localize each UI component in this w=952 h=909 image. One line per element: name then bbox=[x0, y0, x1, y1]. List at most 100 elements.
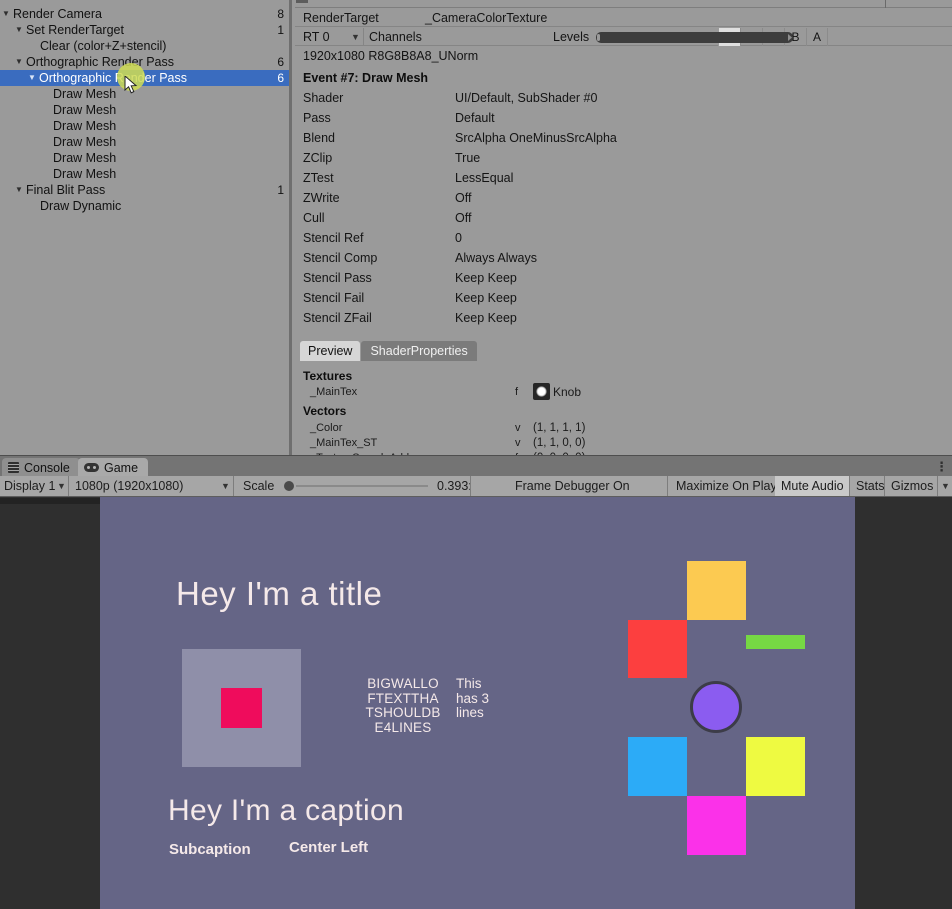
channel-a-button[interactable]: A bbox=[806, 28, 828, 46]
tree-item-label: Draw Mesh bbox=[53, 87, 117, 101]
vector-type: v bbox=[515, 422, 521, 434]
tab-game-label: Game bbox=[104, 460, 139, 475]
tree-item-render-camera[interactable]: ▼ Render Camera 8 bbox=[0, 6, 289, 22]
scale-slider-knob[interactable] bbox=[284, 481, 294, 491]
vector-row: _MainTex_ST v (1, 1, 0, 0) bbox=[295, 435, 952, 451]
property-value: Off bbox=[455, 191, 472, 205]
stats-button[interactable]: Stats bbox=[856, 476, 885, 496]
mute-audio-button[interactable]: Mute Audio bbox=[781, 476, 844, 496]
chevron-down-icon[interactable]: ▼ bbox=[351, 28, 360, 46]
preview-shaderprops-tabs: Preview ShaderProperties bbox=[300, 341, 477, 361]
game-caption-text: Hey I'm a caption bbox=[168, 794, 404, 827]
tree-item-final-blit-pass[interactable]: ▼ Final Blit Pass 1 bbox=[0, 182, 289, 198]
tree-item-label: Draw Mesh bbox=[53, 151, 117, 165]
channels-label: Channels bbox=[369, 30, 422, 44]
levels-range-slider[interactable] bbox=[596, 32, 793, 43]
game-view-edge bbox=[0, 498, 100, 504]
tree-item-draw-mesh[interactable]: Draw Mesh bbox=[0, 118, 289, 134]
tree-item-draw-mesh[interactable]: Draw Mesh bbox=[0, 134, 289, 150]
vectors-header: Vectors bbox=[303, 404, 347, 418]
table-row: Stencil Comp Always Always bbox=[303, 248, 863, 268]
display-dropdown[interactable]: Display 1 bbox=[4, 476, 55, 496]
gizmos-button[interactable]: Gizmos bbox=[891, 476, 933, 496]
chevron-down-icon[interactable]: ▼ bbox=[221, 476, 230, 496]
foldout-arrow-icon[interactable]: ▼ bbox=[28, 70, 39, 86]
tree-item-draw-mesh[interactable]: Draw Mesh bbox=[0, 166, 289, 182]
textures-header: Textures bbox=[303, 369, 353, 383]
kebab-menu-icon[interactable]: ⋮ bbox=[935, 457, 948, 476]
format-row: 1920x1080 R8G8B8A8_UNorm bbox=[295, 47, 952, 66]
chevron-down-icon[interactable]: ▼ bbox=[57, 476, 66, 496]
property-value: Keep Keep bbox=[455, 291, 517, 305]
property-value: Keep Keep bbox=[455, 311, 517, 325]
property-value: SrcAlpha OneMinusSrcAlpha bbox=[455, 131, 617, 145]
tab-console-label: Console bbox=[24, 460, 70, 475]
tree-item-label: Draw Mesh bbox=[53, 119, 117, 133]
vector-name: _Color bbox=[310, 422, 343, 434]
tree-item-draw-mesh[interactable]: Draw Mesh bbox=[0, 150, 289, 166]
tree-item-label: Draw Mesh bbox=[53, 167, 117, 181]
event-title: Event #7: Draw Mesh bbox=[303, 71, 429, 85]
property-label: Stencil Ref bbox=[303, 231, 364, 245]
tree-item-count: 8 bbox=[277, 7, 284, 21]
tab-console[interactable]: Console bbox=[2, 458, 80, 477]
property-label: Shader bbox=[303, 91, 344, 105]
foldout-arrow-icon[interactable]: ▼ bbox=[2, 6, 13, 22]
maximize-on-play-button[interactable]: Maximize On Play bbox=[676, 476, 777, 496]
tree-item-label: Orthographic Render Pass bbox=[26, 55, 174, 69]
view-tab-bar: Console Game ⋮ bbox=[0, 455, 952, 477]
resolution-dropdown[interactable]: 1080p (1920x1080) bbox=[75, 476, 183, 496]
mouse-cursor-icon bbox=[124, 76, 138, 94]
center-left-text: Center Left bbox=[289, 839, 369, 856]
tree-item-set-rendertarget[interactable]: ▼ Set RenderTarget 1 bbox=[0, 22, 289, 38]
tree-item-label: Clear (color+Z+stencil) bbox=[40, 39, 167, 53]
tab-game[interactable]: Game bbox=[78, 458, 149, 477]
foldout-arrow-icon[interactable]: ▼ bbox=[15, 182, 26, 198]
property-value: Default bbox=[455, 111, 495, 125]
tree-item-draw-dynamic[interactable]: Draw Dynamic bbox=[0, 198, 289, 214]
game-view-area: Hey I'm a title BIGWALLO FTEXTTHA TSHOUL… bbox=[0, 497, 952, 909]
property-value: True bbox=[455, 151, 481, 165]
tree-item-label: Final Blit Pass bbox=[26, 183, 106, 197]
red-square bbox=[628, 620, 687, 678]
rt-dropdown[interactable]: RT 0 bbox=[303, 28, 330, 46]
property-label: ZWrite bbox=[303, 191, 340, 205]
tree-item-label: Render Camera bbox=[13, 7, 102, 21]
tree-item-label: Set RenderTarget bbox=[26, 23, 124, 37]
tab-shader-properties[interactable]: ShaderProperties bbox=[361, 341, 477, 361]
tree-item-ortho-pass[interactable]: ▼ Orthographic Render Pass 6 bbox=[0, 54, 289, 70]
texture-value: Knob bbox=[553, 385, 582, 399]
foldout-arrow-icon[interactable]: ▼ bbox=[15, 22, 26, 38]
chevron-down-icon[interactable]: ▼ bbox=[941, 476, 950, 496]
property-value: UI/Default, SubShader #0 bbox=[455, 91, 598, 105]
tree-item-clear[interactable]: Clear (color+Z+stencil) bbox=[0, 38, 289, 54]
render-target-value: _CameraColorTexture bbox=[425, 11, 548, 25]
three-lines-text: This has 3 lines bbox=[456, 676, 490, 720]
tree-item-count: 6 bbox=[277, 71, 284, 85]
texture-thumbnail-icon[interactable] bbox=[533, 383, 550, 400]
table-row: Stencil Ref 0 bbox=[303, 228, 863, 248]
texture-name: _MainTex bbox=[310, 386, 358, 398]
tree-item-label: Draw Mesh bbox=[53, 103, 117, 117]
scale-slider-track[interactable] bbox=[296, 485, 428, 487]
frame-debugger-split: ▼ Render Camera 8 ▼ Set RenderTarget 1 Clear… bbox=[0, 0, 952, 455]
shader-state-table: Shader UI/Default, SubShader #0 Pass Defau… bbox=[303, 88, 863, 328]
tab-preview[interactable]: Preview bbox=[300, 341, 361, 361]
property-value: 0 bbox=[455, 231, 462, 245]
frame-debugger-status[interactable]: Frame Debugger On bbox=[515, 476, 630, 496]
texture-row: _MainTex f Knob bbox=[295, 383, 952, 400]
property-value: Off bbox=[455, 211, 472, 225]
table-row: Stencil ZFail Keep Keep bbox=[303, 308, 863, 328]
texture-format-text: 1920x1080 R8G8B8A8_UNorm bbox=[303, 49, 479, 63]
tree-item-draw-mesh[interactable]: Draw Mesh bbox=[0, 86, 289, 102]
table-row: Blend SrcAlpha OneMinusSrcAlpha bbox=[303, 128, 863, 148]
property-label: Stencil ZFail bbox=[303, 311, 372, 325]
magenta-square bbox=[687, 796, 746, 855]
render-target-label: RenderTarget bbox=[303, 11, 379, 25]
property-label: Stencil Pass bbox=[303, 271, 372, 285]
tree-item-draw-mesh[interactable]: Draw Mesh bbox=[0, 102, 289, 118]
game-view-toolbar: Display 1 ▼ 1080p (1920x1080) ▼ Scale 0.… bbox=[0, 476, 952, 497]
foldout-arrow-icon[interactable]: ▼ bbox=[15, 54, 26, 70]
render-target-row: RenderTarget _CameraColorTexture bbox=[295, 9, 952, 27]
property-label: Cull bbox=[303, 211, 325, 225]
